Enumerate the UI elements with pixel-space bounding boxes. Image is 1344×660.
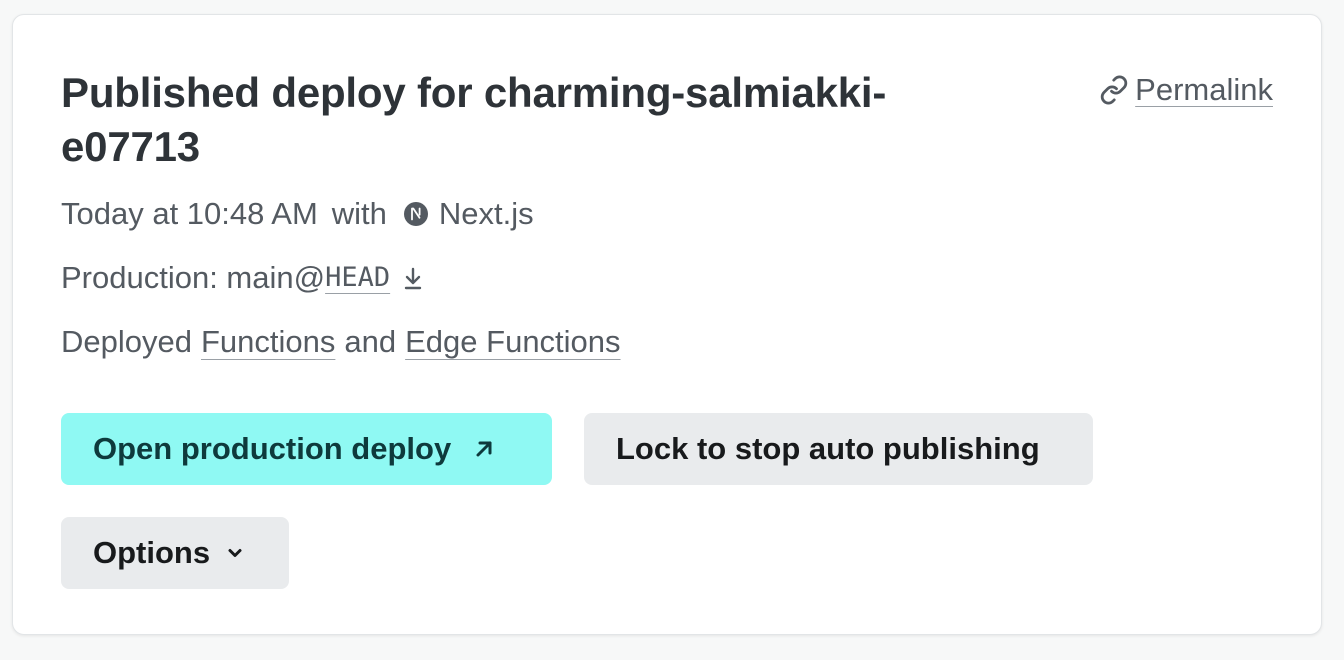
with-label: with: [331, 196, 387, 231]
framework-name: Next.js: [438, 196, 534, 231]
options-label: Options: [93, 535, 211, 570]
production-branch-row: Production: main@ HEAD: [61, 258, 424, 298]
options-button[interactable]: Options: [61, 517, 289, 589]
deploy-title: Published deploy for charming-salmiakki-…: [61, 69, 887, 170]
permalink-label: Permalink: [1135, 72, 1273, 107]
permalink-link[interactable]: Permalink: [1099, 72, 1273, 108]
deploy-summary-card: Published deploy for charming-salmiakki-…: [12, 14, 1322, 635]
deployed-label: Deployed: [61, 324, 192, 359]
chevron-down-icon: [228, 549, 242, 557]
and-label: and: [344, 324, 397, 359]
open-production-deploy-button[interactable]: Open production deploy: [61, 413, 552, 485]
nextjs-icon: [403, 202, 428, 226]
commit-ref-link[interactable]: HEAD: [325, 258, 390, 298]
deployed-functions-row: Deployed Functions and Edge Functions: [61, 322, 621, 362]
open-production-deploy-label: Open production deploy: [93, 431, 452, 466]
lock-auto-publishing-label: Lock to stop auto publishing: [616, 431, 1040, 466]
external-arrow-icon: [476, 441, 492, 457]
functions-link[interactable]: Functions: [201, 322, 335, 362]
deploy-time: Today at 10:48 AM: [61, 196, 318, 231]
edge-functions-link[interactable]: Edge Functions: [405, 322, 620, 362]
deploy-time-row: Today at 10:48 AM with Next.js: [61, 194, 534, 234]
download-icon[interactable]: [402, 265, 424, 291]
lock-auto-publishing-button[interactable]: Lock to stop auto publishing: [584, 413, 1093, 485]
production-label: Production: main@: [61, 260, 326, 295]
link-icon: [1101, 75, 1128, 105]
